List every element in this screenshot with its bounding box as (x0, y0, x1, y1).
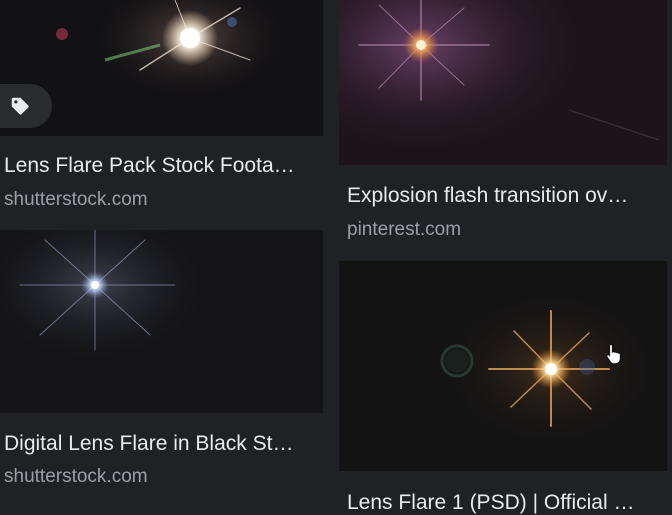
image-result-card-1[interactable]: Lens Flare Pack Stock Foota… shutterstoc… (0, 0, 330, 220)
result-source[interactable]: shutterstock.com (4, 465, 148, 489)
blue-lens-flare-image[interactable] (0, 230, 323, 413)
image-result-card-2[interactable]: Explosion flash transition ov… pinterest… (339, 0, 672, 250)
tag-badge[interactable] (0, 84, 52, 128)
result-title[interactable]: Explosion flash transition ov… (347, 183, 667, 209)
hand-pointer-icon (606, 343, 621, 365)
image-result-card-3[interactable]: Digital Lens Flare in Black St… shutters… (0, 230, 330, 515)
result-title[interactable]: Lens Flare Pack Stock Foota… (4, 153, 324, 179)
result-source[interactable]: shutterstock.com (4, 188, 148, 212)
tag-icon (11, 97, 29, 115)
image-results-grid: Lens Flare Pack Stock Foota… shutterstoc… (0, 0, 672, 515)
golden-lens-flare-image[interactable] (339, 261, 667, 471)
image-result-card-4[interactable]: Lens Flare 1 (PSD) | Official … (339, 261, 672, 515)
result-title[interactable]: Digital Lens Flare in Black St… (4, 431, 324, 457)
result-source[interactable]: pinterest.com (347, 218, 461, 242)
result-title[interactable]: Lens Flare 1 (PSD) | Official … (347, 490, 667, 515)
purple-lens-flare-image[interactable] (339, 0, 667, 165)
